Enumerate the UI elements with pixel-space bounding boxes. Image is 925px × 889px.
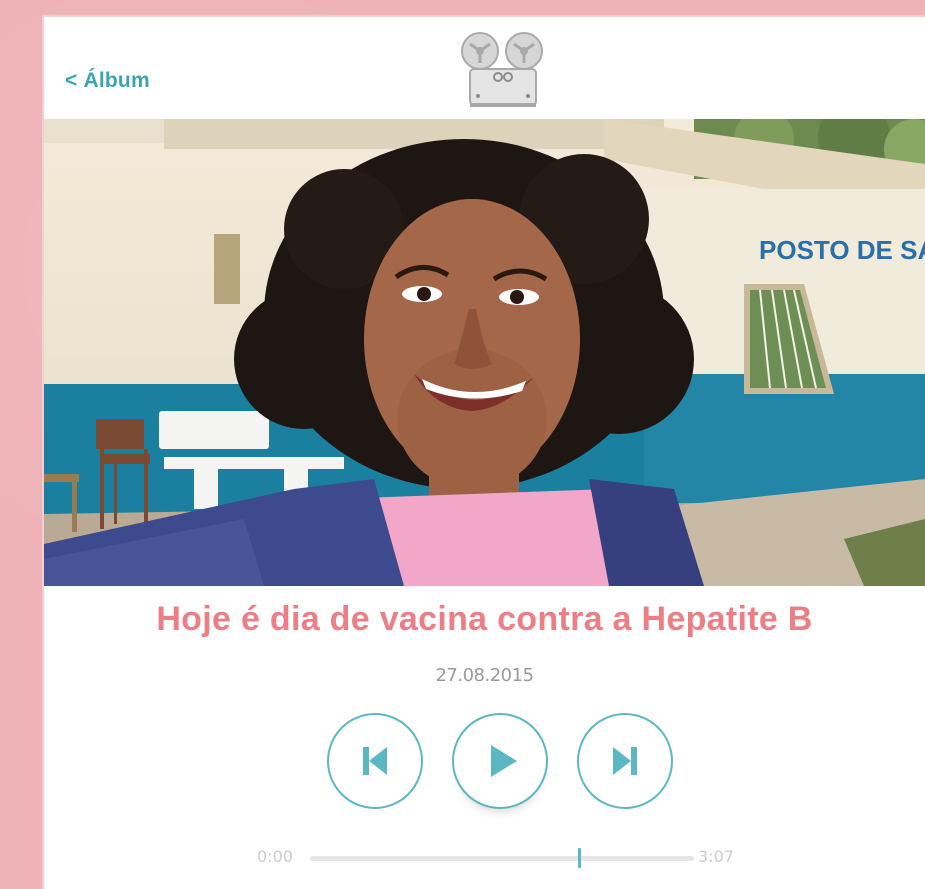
play-icon xyxy=(491,745,517,777)
skip-next-icon xyxy=(613,747,637,775)
current-time: 0:00 xyxy=(257,847,293,866)
video-thumbnail[interactable]: POSTO DE SAÚDE xyxy=(44,119,925,586)
progress-handle[interactable] xyxy=(577,848,581,868)
film-projector-icon xyxy=(458,31,548,121)
back-to-album-link[interactable]: < Álbum xyxy=(65,69,150,93)
skip-previous-icon xyxy=(363,747,387,775)
skip-next-button[interactable] xyxy=(577,713,673,809)
clinic-sign: POSTO DE SAÚDE xyxy=(759,235,925,265)
post-title: Hoje é dia de vacina contra a Hepatite B xyxy=(156,600,813,638)
total-time: 3:07 xyxy=(698,847,734,866)
play-button[interactable] xyxy=(452,713,548,809)
post-date: 27.08.2015 xyxy=(435,665,534,686)
album-panel: < Álbum POSTO DE S Hoje é dia de vacina … xyxy=(44,17,925,889)
skip-previous-button[interactable] xyxy=(327,713,423,809)
progress-track[interactable] xyxy=(310,848,694,868)
header: < Álbum xyxy=(44,17,925,119)
